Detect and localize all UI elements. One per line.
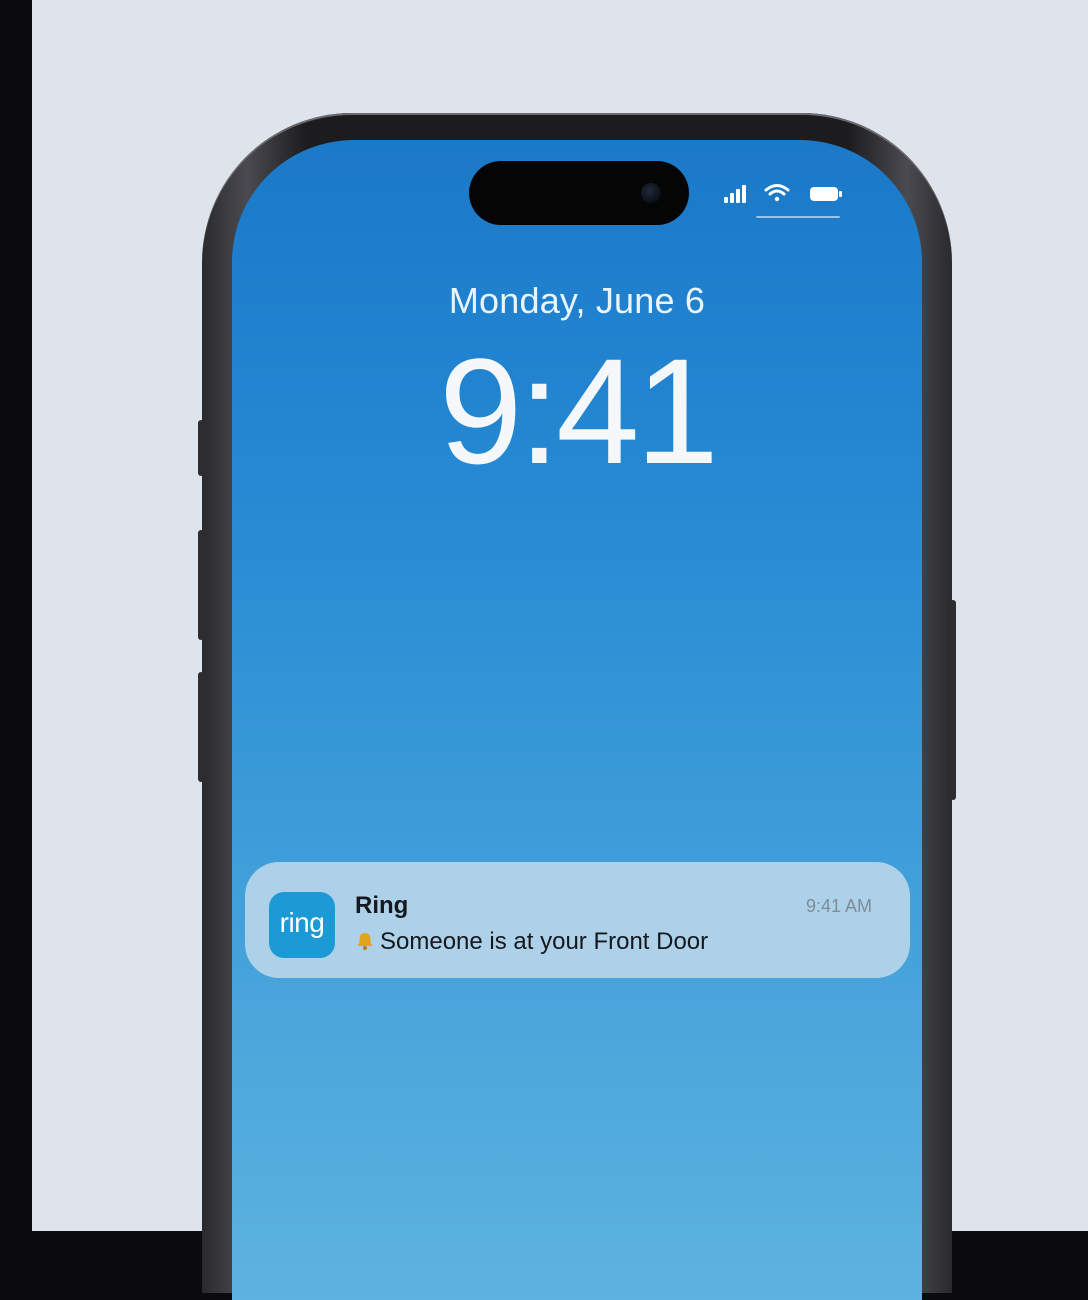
status-bar-underline xyxy=(756,216,840,218)
lock-screen-date: Monday, June 6 xyxy=(448,280,706,321)
ring-notification[interactable]: ring Ring 9:41 AM Someone is at your Fro… xyxy=(245,862,910,978)
dynamic-island xyxy=(469,161,689,225)
action-button[interactable] xyxy=(198,420,204,476)
side-power-button[interactable] xyxy=(950,600,956,800)
lock-screen: Monday, June 6 9:41 ring Ring 9:41 AM So… xyxy=(232,140,922,1300)
lock-screen-time: 9:41 xyxy=(439,327,719,495)
ring-app-icon: ring xyxy=(269,892,335,958)
notification-body: Someone is at your Front Door xyxy=(355,928,708,956)
wifi-icon xyxy=(764,184,790,202)
volume-down-button[interactable] xyxy=(198,672,204,782)
front-camera-icon xyxy=(641,183,661,203)
notification-message: Someone is at your Front Door xyxy=(380,928,709,955)
notification-app-name: Ring xyxy=(355,892,409,919)
battery-icon xyxy=(810,187,842,201)
cellular-signal-icon xyxy=(724,185,746,203)
bell-alert-icon xyxy=(355,928,375,956)
notification-timestamp: 9:41 AM xyxy=(805,896,872,916)
volume-up-button[interactable] xyxy=(198,530,204,640)
status-bar xyxy=(724,180,864,210)
